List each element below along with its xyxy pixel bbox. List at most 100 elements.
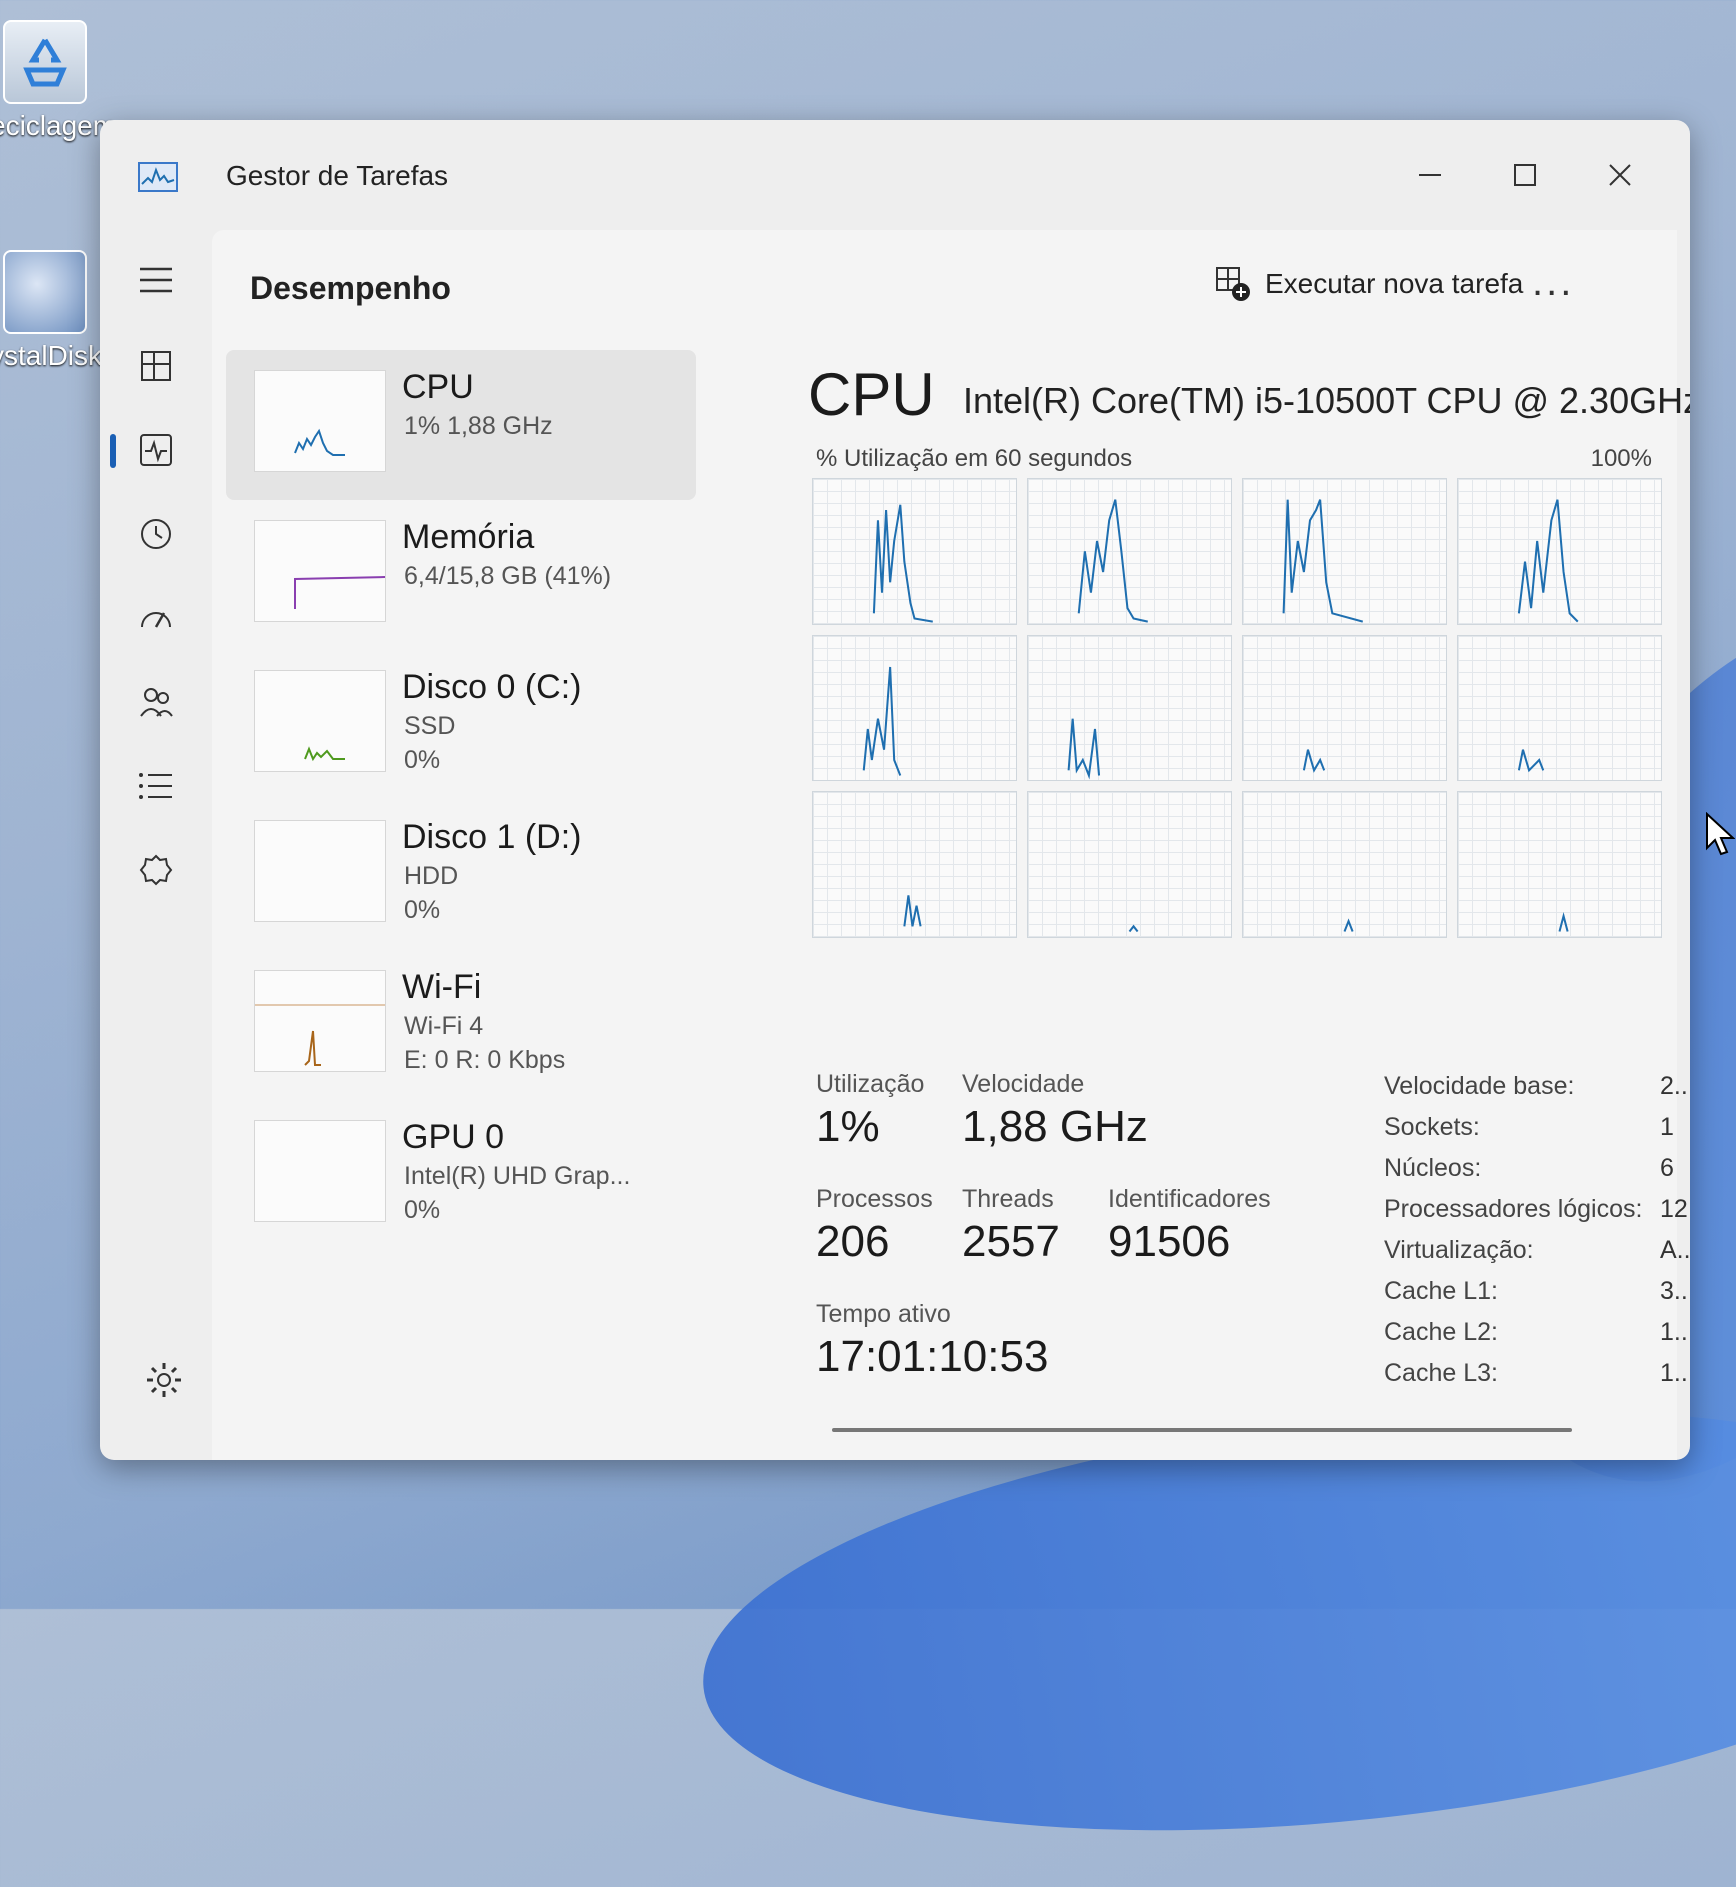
nav-item-users[interactable] (128, 674, 184, 730)
cpu-model: Intel(R) Core(TM) i5-10500T CPU @ 2.30GH… (963, 380, 1690, 421)
hamburger-menu-icon (140, 267, 172, 293)
utilization-line (1128, 925, 1139, 933)
horizontal-scrollbar[interactable] (832, 1428, 1572, 1432)
utilization-line (1343, 918, 1354, 933)
settings-button[interactable] (144, 1360, 188, 1404)
stat-value-speed: 1,88 GHz (962, 1102, 1148, 1151)
device-item-disk1[interactable]: Disco 1 (D:) HDD 0% (226, 800, 696, 950)
stat-label-processes: Processos (816, 1185, 933, 1213)
performance-page: Desempenho Executar nova tarefa ... CPU … (212, 230, 1690, 1460)
device-item-disk0[interactable]: Disco 0 (C:) SSD 0% (226, 650, 696, 800)
spec-value: 1... (1660, 1318, 1690, 1346)
memory-thumbnail-graph (254, 520, 386, 622)
device-name: Disco 0 (C:) (402, 668, 582, 706)
stat-value-threads: 2557 (962, 1217, 1060, 1266)
device-item-wifi[interactable]: Wi-Fi Wi-Fi 4 E: 0 R: 0 Kbps (226, 950, 696, 1100)
stat-value-handles: 91506 (1108, 1217, 1231, 1266)
task-manager-app-icon (138, 162, 178, 192)
device-name: Memória (402, 518, 535, 556)
utilization-line (1517, 749, 1545, 772)
nav-item-details[interactable] (128, 758, 184, 814)
utilization-line (1517, 499, 1579, 623)
close-icon (1609, 164, 1631, 186)
device-name: CPU (402, 368, 474, 406)
more-options-button[interactable]: ... (1532, 260, 1574, 305)
stat-label-threads: Threads (962, 1185, 1054, 1213)
spec-key: Cache L1: (1384, 1277, 1498, 1305)
spec-value: 1... (1660, 1359, 1690, 1387)
mouse-cursor-icon (1705, 811, 1736, 861)
device-detail: HDD (404, 862, 459, 890)
device-detail: 6,4/15,8 GB (41%) (404, 562, 612, 590)
spec-key: Processadores lógicos: (1384, 1195, 1643, 1223)
logical-processor-graph (812, 634, 1017, 782)
logical-processor-graph (812, 478, 1017, 625)
window-title: Gestor de Tarefas (226, 160, 449, 191)
wifi-thumbnail-graph (254, 970, 386, 1072)
close-button[interactable] (1580, 140, 1660, 210)
spec-key: Virtualização: (1384, 1236, 1534, 1264)
device-item-gpu[interactable]: GPU 0 Intel(R) UHD Grap... 0% (226, 1100, 696, 1250)
processes-icon (141, 351, 171, 381)
utilization-line (872, 504, 933, 623)
services-icon (139, 854, 173, 886)
graph-max-label: 100% (1590, 445, 1652, 472)
device-detail: 0% (404, 1196, 441, 1224)
spec-key: Cache L3: (1384, 1359, 1498, 1387)
nav-item-processes[interactable] (128, 338, 184, 394)
details-icon (139, 773, 172, 799)
logical-processor-graphs (812, 478, 1662, 938)
device-list: CPU 1% 1,88 GHz Memória 6,4/15,8 GB (41%… (226, 350, 696, 1250)
run-new-task-button[interactable]: Executar nova tarefa (1215, 266, 1523, 302)
spec-key: Núcleos: (1384, 1154, 1482, 1182)
startup-apps-icon (141, 612, 171, 628)
cpu-thumbnail-graph (254, 370, 386, 472)
utilization-line (1558, 912, 1569, 933)
logical-processor-graph (1027, 478, 1232, 625)
nav-item-performance[interactable] (128, 422, 184, 478)
stat-label-speed: Velocidade (962, 1070, 1085, 1098)
users-icon (140, 688, 173, 717)
device-item-cpu[interactable]: CPU 1% 1,88 GHz (226, 350, 696, 500)
app-history-icon (141, 519, 171, 549)
logical-processor-graph (1242, 634, 1447, 782)
device-detail: Intel(R) UHD Grap... (404, 1162, 631, 1190)
logical-processor-graph (1457, 791, 1662, 938)
performance-icon (140, 434, 172, 466)
device-detail: 1% 1,88 GHz (404, 412, 553, 440)
nav-item-app-history[interactable] (128, 506, 184, 562)
desktop-icon-crystaldisk[interactable]: ystalDisk (0, 250, 103, 372)
logical-processor-graph (1242, 791, 1447, 938)
minimize-button[interactable] (1390, 140, 1470, 210)
spec-key: Sockets: (1384, 1113, 1480, 1141)
desktop-icon-recycle-bin[interactable]: eciclagem (0, 20, 116, 142)
hamburger-menu-button[interactable] (128, 252, 184, 308)
device-detail: 0% (404, 746, 441, 774)
logical-processor-graph (1027, 634, 1232, 782)
utilization-line (903, 895, 922, 927)
graph-caption: % Utilização em 60 segundos (816, 445, 1133, 472)
utilization-line (1077, 499, 1148, 623)
spec-value: 3... (1660, 1277, 1690, 1305)
spec-value: 6 (1660, 1154, 1674, 1182)
spec-value: A.. (1660, 1236, 1690, 1264)
device-item-memory[interactable]: Memória 6,4/15,8 GB (41%) (226, 500, 696, 650)
stat-label-handles: Identificadores (1108, 1185, 1271, 1213)
logical-processor-graph (812, 791, 1017, 938)
device-detail: E: 0 R: 0 Kbps (404, 1046, 566, 1074)
nav-active-indicator (110, 434, 116, 468)
stat-value-uptime: 17:01:10:53 (816, 1332, 1049, 1381)
title-bar[interactable]: Gestor de Tarefas (100, 120, 1690, 230)
desktop-icon-label: ystalDisk (0, 340, 103, 371)
nav-item-services[interactable] (128, 842, 184, 898)
device-name: Wi-Fi (402, 968, 482, 1006)
logical-processor-graph (1457, 634, 1662, 782)
disk0-thumbnail-graph (254, 670, 386, 772)
task-manager-window: Gestor de Tarefas Desempenho Executar no… (100, 120, 1690, 1460)
device-detail: 0% (404, 896, 441, 924)
spec-key: Velocidade base: (1384, 1072, 1575, 1100)
minimize-icon (1419, 174, 1441, 176)
nav-item-startup-apps[interactable] (128, 590, 184, 646)
device-name: Disco 1 (D:) (402, 818, 582, 856)
maximize-button[interactable] (1485, 140, 1565, 210)
